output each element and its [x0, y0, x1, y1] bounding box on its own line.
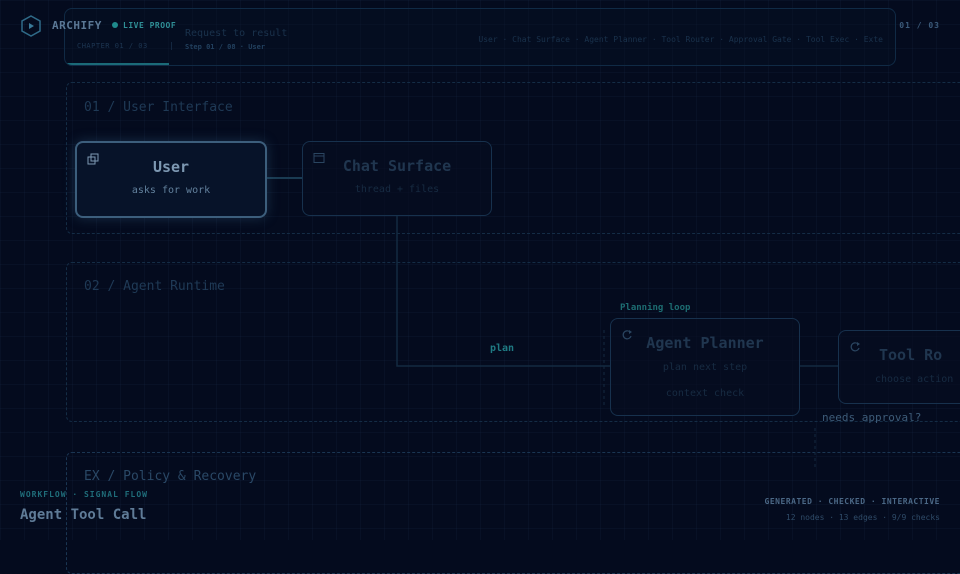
node-user[interactable]: User asks for work [75, 141, 267, 218]
edge-layer [264, 177, 838, 470]
node-tool-router-subtitle: choose action [875, 374, 954, 385]
node-user-title: User [152, 158, 190, 176]
node-tool-router-title: Tool Ro [879, 346, 943, 364]
node-user-subtitle: asks for work [131, 185, 211, 196]
node-chat-surface-subtitle: thread + files [354, 184, 440, 195]
edge-label-needs-approval: needs approval? [822, 411, 922, 424]
edge-label-plan: plan [490, 343, 515, 354]
node-agent-planner-subtitle2: context check [665, 388, 745, 399]
status-line: GENERATED · CHECKED · INTERACTIVE [764, 497, 940, 506]
node-chat-surface[interactable]: Chat Surface thread + files [302, 141, 492, 216]
planning-loop-label: Planning loop [620, 303, 691, 313]
node-agent-planner-subtitle: plan next step [662, 362, 748, 373]
diagram-title: Agent Tool Call [20, 507, 147, 523]
node-agent-planner[interactable]: Agent Planner plan next step context che… [610, 318, 800, 416]
node-tool-router[interactable]: Tool Ro choose action [838, 330, 960, 404]
footer-kicker: WORKFLOW · SIGNAL FLOW [20, 490, 148, 499]
graph-stats: 12 nodes · 13 edges · 9/9 checks [785, 513, 940, 522]
node-agent-planner-title: Agent Planner [646, 334, 764, 352]
node-chat-surface-title: Chat Surface [342, 157, 452, 175]
